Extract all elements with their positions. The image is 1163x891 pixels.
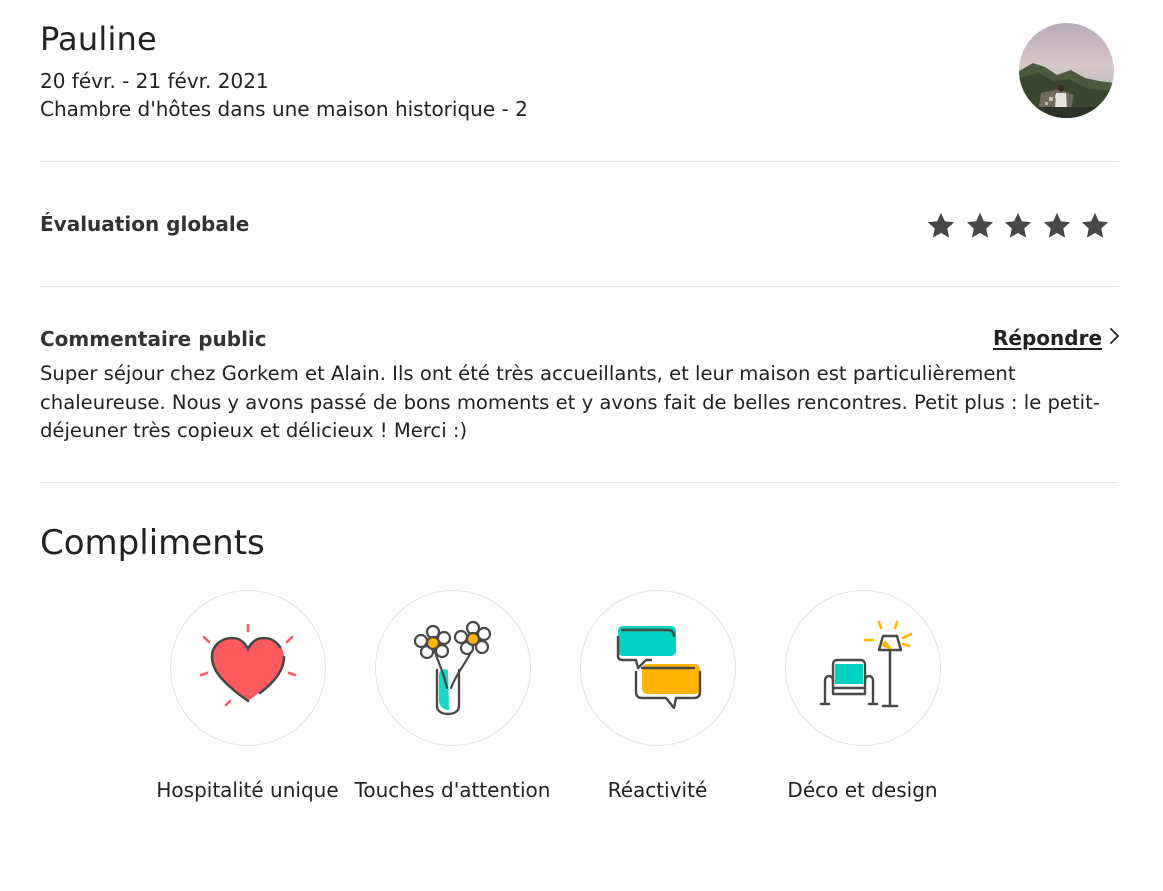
reviewer-name: Pauline (40, 20, 157, 58)
compliment-badge (374, 590, 531, 746)
compliment-label: Hospitalité unique (156, 778, 339, 802)
divider (40, 161, 1118, 162)
star-icon (1038, 206, 1077, 246)
compliment-label: Touches d'attention (354, 778, 551, 802)
star-icon (999, 206, 1038, 246)
compliment-hospitality: Hospitalité unique (145, 590, 350, 804)
overall-rating-label: Évaluation globale (40, 212, 250, 236)
divider (40, 286, 1118, 287)
reply-link[interactable]: Répondre (993, 324, 1120, 352)
chevron-right-icon (1108, 327, 1120, 349)
compliment-thoughtful-touches: Touches d'attention (350, 590, 555, 804)
heart-icon (199, 623, 296, 707)
divider (40, 482, 1118, 483)
stay-dates: 20 févr. - 21 févr. 2021 (40, 69, 269, 93)
compliment-badge (784, 590, 941, 746)
star-rating (922, 206, 1115, 246)
compliment-label: Déco et design (787, 778, 938, 802)
compliments-title: Compliments (40, 523, 265, 563)
star-icon (1076, 206, 1115, 246)
public-comment-label: Commentaire public (40, 327, 267, 351)
compliment-badge (169, 590, 326, 746)
reviewer-avatar[interactable] (1019, 23, 1114, 118)
reply-label[interactable]: Répondre (993, 324, 1102, 352)
review-page: Pauline 20 févr. - 21 févr. 2021 Chambre… (0, 0, 1163, 891)
avatar-photo (1019, 23, 1114, 118)
compliment-label: Réactivité (607, 778, 708, 802)
compliment-responsiveness: Réactivité (555, 590, 760, 804)
star-icon (961, 206, 1000, 246)
chat-bubbles-icon (616, 626, 701, 710)
public-comment-text: Super séjour chez Gorkem et Alain. Ils o… (40, 362, 1100, 442)
star-icon (922, 206, 961, 246)
review-header: Pauline 20 févr. - 21 févr. 2021 Chambre… (40, 18, 1118, 138)
compliment-decor-design: Déco et design (760, 590, 965, 804)
compliment-badge (579, 590, 736, 746)
listing-name: Chambre d'hôtes dans une maison historiq… (40, 97, 528, 121)
armchair-lamp-icon (819, 620, 912, 708)
flowers-vase-icon (413, 620, 491, 716)
